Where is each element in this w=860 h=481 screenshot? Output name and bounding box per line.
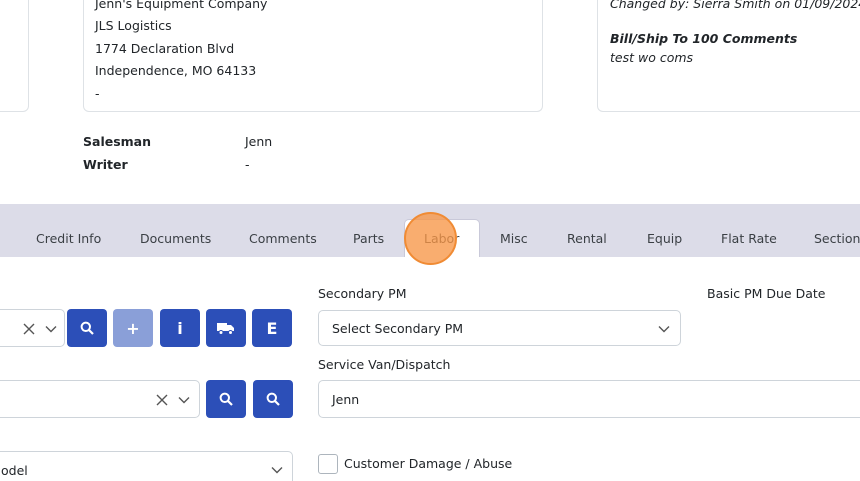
search-icon [80, 321, 94, 335]
add-button[interactable]: + [113, 309, 153, 347]
tab-documents[interactable]: Documents [140, 231, 211, 246]
basic-pm-due-date-label: Basic PM Due Date [707, 286, 826, 301]
tab-labor[interactable]: Labor [424, 231, 459, 246]
clear-icon[interactable] [156, 394, 168, 406]
tab-parts[interactable]: Parts [353, 231, 384, 246]
tab-comments[interactable]: Comments [249, 231, 317, 246]
chevron-down-icon [271, 467, 283, 474]
search-button[interactable] [67, 309, 107, 347]
address-line-street: 1774 Declaration Blvd [95, 41, 235, 56]
secondary-pm-placeholder: Select Secondary PM [332, 321, 464, 336]
secondary-pm-label: Secondary PM [318, 286, 407, 301]
customer-damage-checkbox[interactable] [318, 454, 338, 474]
tab-section[interactable]: Section [814, 231, 860, 246]
model-select-value: odel [1, 463, 28, 478]
search-icon [219, 392, 233, 406]
chevron-down-icon [45, 326, 57, 333]
chevron-down-icon [178, 397, 190, 404]
customer-damage-label: Customer Damage / Abuse [344, 456, 513, 471]
salesman-value: Jenn [245, 134, 273, 149]
truck-button[interactable] [206, 309, 246, 347]
service-van-input[interactable]: Jenn [318, 380, 860, 418]
clear-icon[interactable] [23, 323, 35, 335]
tab-flat-rate[interactable]: Flat Rate [721, 231, 777, 246]
search-button-3[interactable] [253, 380, 293, 418]
tab-rental[interactable]: Rental [567, 231, 607, 246]
changed-by-text: Changed by: Sierra Smith on 01/09/2024 1 [610, 0, 860, 11]
address-card [83, 0, 543, 112]
comments-text: test wo coms [610, 50, 694, 65]
primary-pm-select[interactable] [0, 309, 65, 347]
info-button[interactable]: i [160, 309, 200, 347]
address-line-company: Jenn's Equipment Company [95, 0, 268, 11]
address-line-logistics: JLS Logistics [95, 18, 172, 33]
secondary-pm-select[interactable]: Select Secondary PM [318, 310, 681, 346]
salesman-label: Salesman [83, 134, 151, 149]
tab-credit-info[interactable]: Credit Info [36, 231, 101, 246]
address-line-extra: - [95, 86, 100, 101]
writer-label: Writer [83, 157, 128, 172]
service-van-value: Jenn [332, 392, 360, 407]
tab-misc[interactable]: Misc [500, 231, 528, 246]
address-line-city: Independence, MO 64133 [95, 63, 257, 78]
writer-value: - [245, 157, 250, 172]
secondary-lookup-select[interactable] [0, 380, 200, 418]
e-button[interactable]: E [252, 309, 292, 347]
service-van-label: Service Van/Dispatch [318, 357, 451, 372]
tab-bar: Credit Info Documents Comments Parts Lab… [0, 204, 860, 257]
model-select[interactable]: odel [0, 451, 293, 481]
search-button-2[interactable] [206, 380, 246, 418]
truck-icon [217, 323, 234, 335]
left-card [0, 0, 29, 112]
comments-heading: Bill/Ship To 100 Comments [610, 31, 798, 46]
tab-equip[interactable]: Equip [647, 231, 682, 246]
search-icon [266, 392, 280, 406]
chevron-down-icon [658, 326, 670, 333]
